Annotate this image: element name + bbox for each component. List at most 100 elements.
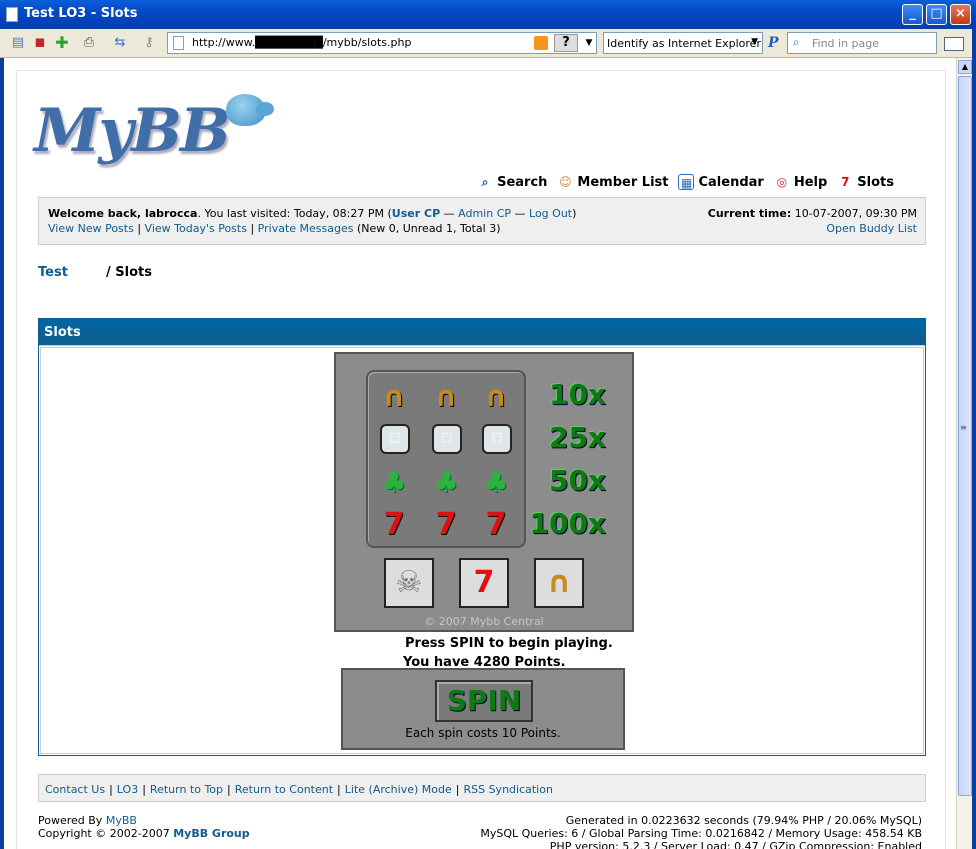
mybb-link[interactable]: MyBB bbox=[106, 814, 137, 827]
maximize-button[interactable]: □ bbox=[926, 4, 947, 25]
multiplier-seven: 100x bbox=[529, 507, 606, 540]
window-titlebar: Test LO3 - Slots _ □ × bbox=[0, 0, 976, 29]
seven-icon: 7 bbox=[435, 507, 457, 542]
nav-search[interactable]: ⌕ Search bbox=[477, 174, 548, 190]
payout-table: ∩ ∩ ∩ ⚃ ⚃ ⚃ ♣ ♣ ♣ 7 7 7 bbox=[366, 370, 526, 548]
footer-link-contact[interactable]: Contact Us bbox=[45, 783, 105, 796]
window-title: Test LO3 - Slots bbox=[24, 6, 138, 21]
instruction-text: Press SPIN to begin playing. bbox=[405, 636, 613, 651]
view-new-posts-link[interactable]: View New Posts bbox=[48, 222, 134, 235]
multiplier-dice: 25x bbox=[548, 421, 606, 454]
chevron-down-icon[interactable]: ▼ bbox=[582, 34, 596, 52]
footer-link-rss[interactable]: RSS Syndication bbox=[463, 783, 552, 796]
mybb-logo[interactable]: MyBB bbox=[34, 94, 274, 166]
grip-icon: ≡ bbox=[960, 423, 967, 432]
calendar-icon: ▦ bbox=[678, 174, 695, 190]
multiplier-clover: 50x bbox=[548, 464, 606, 497]
slots-copyright: © 2007 Mybb Central bbox=[424, 615, 544, 628]
footer-link-content[interactable]: Return to Content bbox=[235, 783, 333, 796]
quick-links: View New Posts | View Today's Posts | Pr… bbox=[48, 222, 501, 235]
horseshoe-icon: ∩ bbox=[484, 380, 508, 413]
search-icon: ⌕ bbox=[481, 175, 489, 189]
spin-panel: SPIN Each spin costs 10 Points. bbox=[341, 668, 625, 750]
nav-slots[interactable]: 7 Slots bbox=[837, 174, 894, 190]
identify-select[interactable]: Identify as Internet Explorer ▼ bbox=[603, 32, 763, 54]
page-favicon-icon bbox=[173, 36, 184, 50]
clover-icon: ♣ bbox=[433, 466, 459, 499]
browser-toolbar: ▤ ◼ ✚ ⎙ ⇆ ⚷ http://www.████████/mybb/slo… bbox=[0, 29, 976, 58]
help-icon[interactable]: ? bbox=[554, 34, 578, 52]
multiplier-horseshoe: 10x bbox=[548, 378, 606, 411]
spin-cost-text: Each spin costs 10 Points. bbox=[405, 726, 561, 740]
reel-1-skull-icon: ☠ bbox=[384, 558, 434, 608]
find-input[interactable]: ⌕ Find in page bbox=[787, 32, 937, 54]
mybb-group-link[interactable]: MyBB Group bbox=[173, 827, 249, 840]
sync-icon[interactable]: ⇆ bbox=[112, 35, 128, 51]
address-bar[interactable]: http://www.████████/mybb/slots.php ? ▼ bbox=[167, 32, 597, 54]
top-links: ⌕ Search ☺ Member List ▦ Calendar ◎ Help 7 Sl… bbox=[477, 174, 894, 190]
layout-icon[interactable] bbox=[944, 37, 964, 51]
horseshoe-icon: ∩ bbox=[434, 380, 458, 413]
seven-icon: 7 bbox=[841, 175, 850, 189]
reel-2-seven-icon: 7 bbox=[459, 558, 509, 608]
minimize-button[interactable]: _ bbox=[902, 4, 923, 25]
private-messages-link[interactable]: Private Messages bbox=[258, 222, 354, 235]
slot-machine: ∩ ∩ ∩ ⚃ ⚃ ⚃ ♣ ♣ ♣ 7 7 7 10x 25x 50x 100x bbox=[334, 352, 634, 632]
current-time: Current time: 10-07-2007, 09:30 PM bbox=[707, 207, 917, 220]
footer-link-lite[interactable]: Lite (Archive) Mode bbox=[345, 783, 452, 796]
powered-by: Powered By MyBB Copyright © 2002-2007 My… bbox=[38, 814, 250, 840]
footer-link-top[interactable]: Return to Top bbox=[150, 783, 223, 796]
window-frame-right bbox=[972, 29, 976, 849]
footer-links: Contact Us | LO3 | Return to Top | Return to C… bbox=[38, 774, 926, 802]
debug-stats: Generated in 0.0223632 seconds (79.94% P… bbox=[480, 814, 922, 849]
slots-body: ∩ ∩ ∩ ⚃ ⚃ ⚃ ♣ ♣ ♣ 7 7 7 10x 25x 50x 100x bbox=[40, 347, 924, 754]
user-cp-link[interactable]: User CP bbox=[392, 207, 440, 220]
pm-counts: (New 0, Unread 1, Total 3) bbox=[356, 222, 501, 235]
identify-value: Identify as Internet Explorer bbox=[607, 37, 761, 50]
nav-member-list[interactable]: ☺ Member List bbox=[557, 174, 668, 190]
rss-icon[interactable] bbox=[534, 36, 548, 50]
close-button[interactable]: × bbox=[950, 4, 971, 25]
members-icon: ☺ bbox=[559, 175, 572, 189]
nav-calendar[interactable]: ▦ Calendar bbox=[678, 174, 764, 190]
logout-link[interactable]: Log Out bbox=[529, 207, 572, 220]
dice-icon: ⚃ bbox=[432, 424, 462, 454]
breadcrumb: Test / Slots bbox=[38, 265, 152, 280]
lifebuoy-icon: ◎ bbox=[776, 175, 788, 189]
clover-icon: ♣ bbox=[483, 466, 509, 499]
welcome-line: Welcome back, labrocca. You last visited… bbox=[48, 207, 577, 220]
scroll-thumb[interactable] bbox=[958, 76, 972, 796]
key-icon[interactable]: ⚷ bbox=[141, 35, 157, 51]
welcome-panel: Welcome back, labrocca. You last visited… bbox=[38, 197, 926, 245]
dice-icon: ⚃ bbox=[380, 424, 410, 454]
reel-3-horseshoe-icon: ∩ bbox=[534, 558, 584, 608]
spin-button[interactable]: SPIN bbox=[435, 680, 533, 722]
chevron-down-icon: ▼ bbox=[751, 37, 758, 47]
admin-cp-link[interactable]: Admin CP bbox=[458, 207, 511, 220]
page-icon[interactable]: ▤ bbox=[10, 35, 26, 51]
url-text[interactable]: http://www.████████/mybb/slots.php bbox=[192, 36, 411, 49]
document-icon bbox=[6, 7, 18, 22]
add-icon[interactable]: ✚ bbox=[54, 35, 70, 51]
slots-panel: Slots ∩ ∩ ∩ ⚃ ⚃ ⚃ ♣ ♣ ♣ 7 7 7 10x 25x 50… bbox=[38, 318, 926, 756]
find-placeholder: Find in page bbox=[812, 37, 880, 50]
print-icon[interactable]: ⎙ bbox=[81, 35, 97, 51]
breadcrumb-current: / Slots bbox=[106, 265, 152, 280]
dice-icon: ⚃ bbox=[482, 424, 512, 454]
scroll-up-icon[interactable]: ▲ bbox=[958, 60, 972, 74]
vertical-scrollbar[interactable]: ▲ ≡ bbox=[956, 58, 972, 849]
open-buddy-list-link[interactable]: Open Buddy List bbox=[826, 222, 917, 235]
breadcrumb-forum-link[interactable]: Test bbox=[38, 265, 68, 280]
slots-header: Slots bbox=[39, 319, 925, 346]
bag-icon[interactable]: ◼ bbox=[32, 35, 48, 51]
p-icon[interactable]: P bbox=[768, 35, 779, 51]
nav-help[interactable]: ◎ Help bbox=[774, 174, 828, 190]
browser-content: MyBB ⌕ Search ☺ Member List ▦ Calendar ◎ Hel… bbox=[0, 58, 956, 849]
search-icon: ⌕ bbox=[793, 35, 800, 49]
horseshoe-icon: ∩ bbox=[382, 380, 406, 413]
view-todays-posts-link[interactable]: View Today's Posts bbox=[145, 222, 247, 235]
footer-link-lo3[interactable]: LO3 bbox=[117, 783, 138, 796]
seven-icon: 7 bbox=[485, 507, 507, 542]
clover-icon: ♣ bbox=[381, 466, 407, 499]
seven-icon: 7 bbox=[383, 507, 405, 542]
